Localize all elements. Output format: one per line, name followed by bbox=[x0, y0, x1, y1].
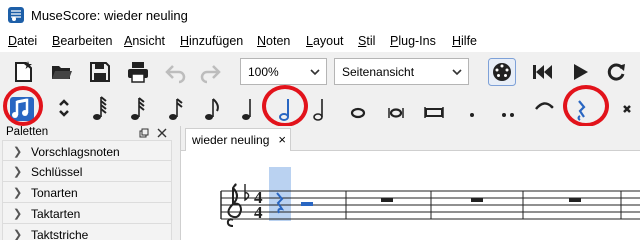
menu-layout[interactable]: Layout bbox=[306, 34, 344, 48]
chevron-right-icon: ❯ bbox=[13, 229, 23, 240]
save-icon[interactable] bbox=[88, 60, 112, 84]
palette-item-taktstriche[interactable]: ❯ Taktstriche bbox=[2, 224, 172, 240]
half-rest-icon bbox=[301, 202, 313, 206]
more-tools-icon[interactable] bbox=[616, 93, 638, 123]
note-dotted-half-icon[interactable] bbox=[306, 93, 334, 123]
note-quarter-icon[interactable] bbox=[234, 93, 262, 123]
chevron-right-icon: ❯ bbox=[13, 166, 23, 178]
view-mode-select[interactable]: Seitenansicht bbox=[334, 58, 469, 85]
note-16th-icon[interactable] bbox=[162, 93, 190, 123]
musescore-logo-icon bbox=[8, 7, 24, 23]
menu-hinzufuegen[interactable]: Hinzufügen bbox=[180, 34, 243, 48]
note-breve-icon[interactable] bbox=[382, 93, 410, 123]
whole-rest-icon bbox=[569, 198, 581, 202]
palette-item-label: Taktstriche bbox=[31, 228, 89, 240]
rewind-icon[interactable] bbox=[530, 60, 554, 84]
chevron-down-icon bbox=[310, 69, 320, 76]
whole-rest-icon bbox=[471, 198, 483, 202]
score-tab-label: wieder neuling bbox=[192, 133, 270, 147]
note-input-mode-icon[interactable] bbox=[8, 93, 36, 123]
palette-item-vorschlagsnoten[interactable]: ❯ Vorschlagsnoten bbox=[2, 140, 172, 161]
menu-ansicht[interactable]: Ansicht bbox=[124, 34, 165, 48]
menu-stil[interactable]: Stil bbox=[358, 34, 375, 48]
redo-icon[interactable] bbox=[198, 60, 222, 84]
input-mode-menu-icon[interactable] bbox=[50, 93, 78, 123]
note-input-toolbar bbox=[0, 85, 640, 128]
menu-datei[interactable]: Datei bbox=[8, 34, 37, 48]
chevron-right-icon: ❯ bbox=[13, 208, 23, 220]
chevron-down-icon bbox=[452, 69, 462, 76]
zoom-value: 100% bbox=[248, 65, 279, 79]
zoom-select[interactable]: 100% bbox=[240, 58, 327, 85]
window-title: MuseScore: wieder neuling bbox=[31, 8, 188, 23]
undo-icon[interactable] bbox=[164, 60, 188, 84]
chevron-right-icon: ❯ bbox=[13, 187, 23, 199]
menu-hilfe[interactable]: Hilfe bbox=[452, 34, 477, 48]
note-half-icon[interactable] bbox=[272, 93, 300, 123]
note-eighth-icon[interactable] bbox=[198, 93, 226, 123]
palette-panel: Paletten ❯ Vorschlagsnoten ❯ Schlüssel ❯… bbox=[0, 126, 176, 240]
open-folder-icon[interactable] bbox=[50, 60, 74, 84]
title-bar: MuseScore: wieder neuling bbox=[0, 0, 640, 30]
menu-noten[interactable]: Noten bbox=[257, 34, 290, 48]
midi-input-icon[interactable] bbox=[488, 58, 516, 86]
note-64th-icon[interactable] bbox=[86, 93, 114, 123]
loop-icon[interactable] bbox=[604, 60, 628, 84]
palette-item-label: Tonarten bbox=[31, 186, 78, 200]
view-mode-value: Seitenansicht bbox=[342, 65, 415, 79]
score-view: wieder neuling × 4 4 bbox=[180, 126, 640, 240]
file-toolbar: 100% Seitenansicht bbox=[0, 52, 640, 90]
note-longa-icon[interactable] bbox=[420, 93, 448, 123]
chevron-right-icon: ❯ bbox=[13, 146, 23, 158]
rest-icon[interactable] bbox=[568, 93, 596, 123]
score-canvas[interactable]: 4 4 bbox=[181, 152, 640, 240]
score-tab-bar: wieder neuling × bbox=[181, 126, 640, 151]
palette-item-tonarten[interactable]: ❯ Tonarten bbox=[2, 182, 172, 203]
palette-item-label: Vorschlagsnoten bbox=[31, 145, 120, 159]
palette-item-schluessel[interactable]: ❯ Schlüssel bbox=[2, 161, 172, 182]
note-32nd-icon[interactable] bbox=[124, 93, 152, 123]
whole-rest-icon bbox=[381, 198, 393, 202]
close-panel-icon[interactable] bbox=[157, 128, 167, 138]
float-panel-icon[interactable] bbox=[139, 128, 149, 138]
print-icon[interactable] bbox=[126, 60, 150, 84]
palette-title: Paletten bbox=[6, 126, 49, 138]
play-icon[interactable] bbox=[568, 60, 592, 84]
score-tab[interactable]: wieder neuling × bbox=[185, 128, 291, 151]
palette-item-label: Schlüssel bbox=[31, 165, 83, 179]
double-dot-icon[interactable] bbox=[494, 93, 522, 123]
note-whole-icon[interactable] bbox=[344, 93, 372, 123]
menu-bearbeiten[interactable]: Bearbeiten bbox=[52, 34, 112, 48]
palette-item-label: Taktarten bbox=[31, 207, 81, 221]
time-sig-bottom: 4 bbox=[254, 203, 263, 222]
palette-item-taktarten[interactable]: ❯ Taktarten bbox=[2, 203, 172, 224]
palette-list: ❯ Vorschlagsnoten ❯ Schlüssel ❯ Tonarten… bbox=[2, 140, 172, 240]
menu-plugins[interactable]: Plug-Ins bbox=[390, 34, 436, 48]
new-file-icon[interactable] bbox=[12, 60, 36, 84]
augmentation-dot-icon[interactable] bbox=[458, 93, 486, 123]
selection-highlight bbox=[269, 167, 291, 221]
close-tab-icon[interactable]: × bbox=[278, 132, 286, 147]
tie-icon[interactable] bbox=[530, 93, 558, 123]
palette-header: Paletten bbox=[0, 126, 176, 140]
menu-bar: Datei Bearbeiten Ansicht Hinzufügen Note… bbox=[0, 30, 640, 52]
